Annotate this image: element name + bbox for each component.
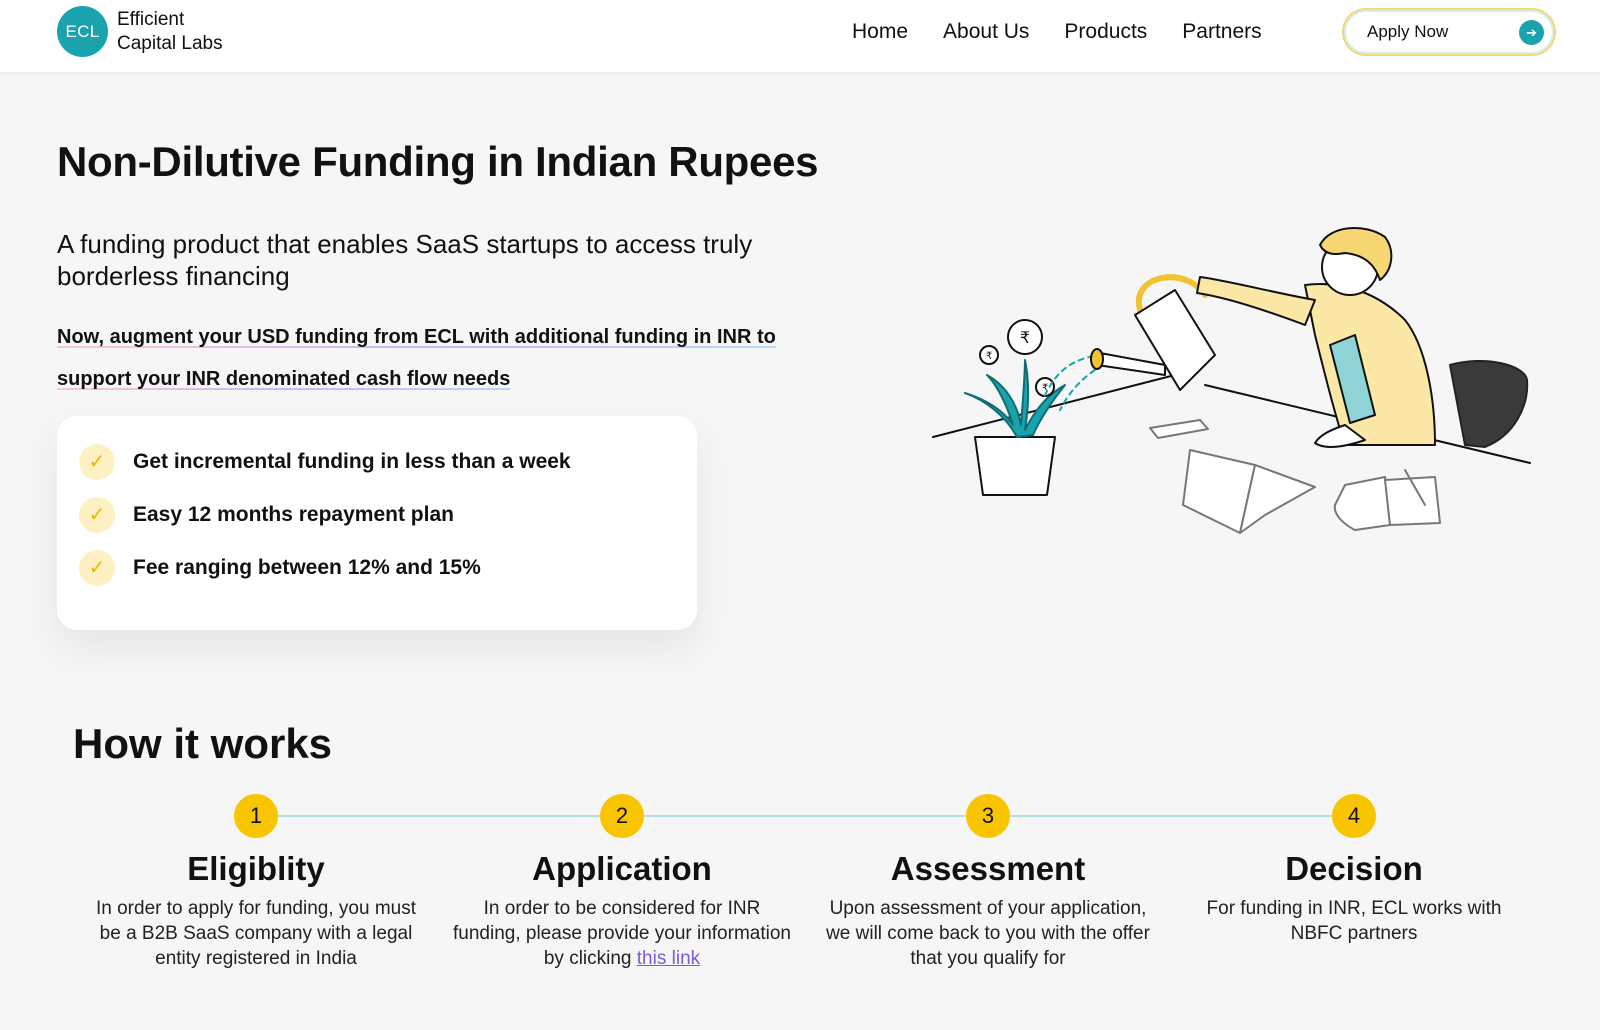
step-description-text: In order to be considered for INR fundin… bbox=[453, 898, 791, 969]
benefit-item: ✓ Fee ranging between 12% and 15% bbox=[57, 541, 697, 594]
logo[interactable]: ECL Efficient Capital Labs bbox=[57, 6, 223, 57]
nav-products[interactable]: Products bbox=[1064, 18, 1147, 46]
step-eligibility: 1 Eligiblity In order to apply for fundi… bbox=[86, 794, 426, 971]
benefit-text: Fee ranging between 12% and 15% bbox=[133, 555, 481, 579]
step-title: Eligiblity bbox=[187, 850, 325, 887]
step-description: Upon assessment of your application, we … bbox=[826, 898, 1150, 969]
arrow-right-icon: ➔ bbox=[1519, 20, 1544, 45]
step-number-badge: 3 bbox=[966, 794, 1010, 838]
step-title: Application bbox=[532, 850, 712, 887]
apply-now-label: Apply Now bbox=[1367, 22, 1449, 41]
main-nav: Home About Us Products Partners bbox=[852, 18, 1297, 46]
hero-highlight: Now, augment your USD funding from ECL w… bbox=[57, 316, 797, 400]
step-application: 2 Application In order to be considered … bbox=[452, 794, 792, 971]
site-header: ECL Efficient Capital Labs Home About Us… bbox=[0, 0, 1600, 72]
rupee-symbol: ₹ bbox=[986, 351, 992, 362]
step-description: In order to apply for funding, you must … bbox=[95, 898, 416, 969]
apply-now-button[interactable]: Apply Now ➔ bbox=[1342, 8, 1556, 56]
hero-highlight-line-1: Now, augment your USD funding from ECL w… bbox=[57, 326, 776, 350]
benefits-card: ✓ Get incremental funding in less than a… bbox=[57, 416, 697, 630]
step-description: In order to be considered for INR fundin… bbox=[452, 896, 792, 971]
step-title: Decision bbox=[1285, 850, 1423, 887]
benefit-text: Get incremental funding in less than a w… bbox=[133, 449, 571, 473]
step-title: Assessment bbox=[890, 850, 1086, 887]
check-icon: ✓ bbox=[79, 443, 115, 480]
step-number-badge: 4 bbox=[1332, 794, 1376, 838]
check-icon: ✓ bbox=[79, 496, 115, 533]
hero-highlight-line-2: support your INR denominated cash flow n… bbox=[57, 368, 511, 392]
benefit-item: ✓ Easy 12 months repayment plan bbox=[57, 488, 697, 541]
nav-home[interactable]: Home bbox=[852, 18, 908, 46]
person-watering-plant-illustration: ₹ ₹ ₹ bbox=[932, 227, 1531, 534]
step-decision: 4 Decision For funding in INR, ECL works… bbox=[1184, 794, 1524, 946]
page-title: Non-Dilutive Funding in Indian Rupees bbox=[57, 138, 819, 185]
application-link[interactable]: this link bbox=[637, 948, 700, 969]
step-assessment: 3 Assessment Upon assessment of your app… bbox=[818, 794, 1158, 971]
benefit-text: Easy 12 months repayment plan bbox=[133, 502, 454, 526]
logo-line-1: Efficient bbox=[117, 8, 185, 30]
nav-partners[interactable]: Partners bbox=[1182, 18, 1261, 46]
check-icon: ✓ bbox=[79, 549, 115, 586]
step-number-badge: 1 bbox=[234, 794, 278, 838]
step-description: For funding in INR, ECL works with NBFC … bbox=[1206, 898, 1502, 944]
rupee-symbol: ₹ bbox=[1020, 328, 1030, 347]
hero-subtitle: A funding product that enables SaaS star… bbox=[57, 229, 753, 291]
step-number-badge: 2 bbox=[600, 794, 644, 838]
how-it-works-title: How it works bbox=[73, 720, 333, 767]
benefit-item: ✓ Get incremental funding in less than a… bbox=[57, 435, 697, 488]
logo-wordmark: Efficient Capital Labs bbox=[117, 8, 223, 56]
nav-about-us[interactable]: About Us bbox=[943, 18, 1029, 46]
logo-line-2: Capital Labs bbox=[117, 32, 223, 54]
logo-badge: ECL bbox=[57, 6, 108, 57]
